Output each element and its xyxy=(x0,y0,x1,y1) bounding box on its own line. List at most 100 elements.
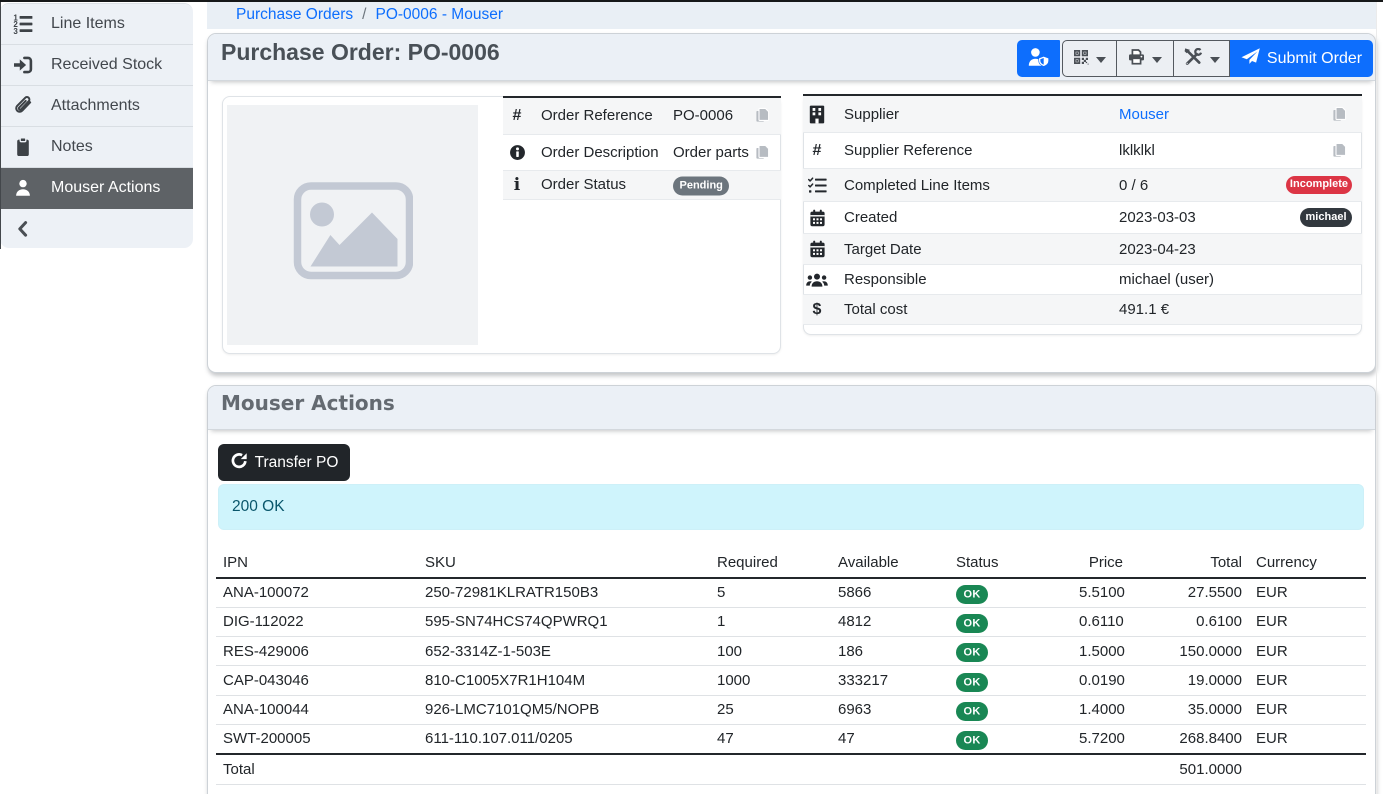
calendar-icon xyxy=(806,240,828,258)
tools-icon xyxy=(1184,48,1203,69)
column-header-price[interactable]: Price xyxy=(1072,548,1130,578)
sidebar-item-label: Notes xyxy=(51,138,93,156)
column-header-status[interactable]: Status xyxy=(949,548,1072,578)
sidebar-item-received-stock[interactable]: Received Stock xyxy=(0,45,193,86)
table-row: ANA-100072 250-72981KLRATR150B3 5 5866 O… xyxy=(216,578,1366,607)
detail-label: Target Date xyxy=(844,241,1119,258)
breadcrumb-link-purchase-orders[interactable]: Purchase Orders xyxy=(236,6,353,24)
detail-label: Order Status xyxy=(541,176,673,193)
clipboard-icon xyxy=(12,137,34,157)
submit-order-label: Submit Order xyxy=(1267,50,1362,68)
status-alert-text: 200 OK xyxy=(232,498,285,516)
sidebar-item-label: Attachments xyxy=(51,97,140,115)
admin-button[interactable] xyxy=(1017,40,1060,77)
mouser-actions-content: Transfer PO 200 OK IPN SKU Required Avai… xyxy=(208,430,1375,785)
detail-label: Responsible xyxy=(844,271,1119,288)
cell-status: OK xyxy=(949,607,1072,636)
detail-label: Total cost xyxy=(844,301,1119,318)
user-icon xyxy=(12,178,34,198)
detail-value: PO-0006 xyxy=(673,107,733,124)
detail-row-created: Created 2023-03-03 michael xyxy=(803,202,1362,234)
line-items-table: IPN SKU Required Available Status Price … xyxy=(216,548,1366,785)
table-row: ANA-100044 926-LMC7101QM5/NOPB 25 6963 O… xyxy=(216,695,1366,724)
users-icon xyxy=(806,272,828,288)
transfer-po-button[interactable]: Transfer PO xyxy=(218,444,350,481)
column-header-total[interactable]: Total xyxy=(1130,548,1249,578)
incomplete-badge: Incomplete xyxy=(1286,176,1352,195)
user-shield-icon xyxy=(1028,48,1050,70)
detail-row-completed-line-items: Completed Line Items 0 / 6 Incomplete xyxy=(803,169,1362,202)
cell-total: 27.5500 xyxy=(1130,578,1249,607)
sidebar-item-line-items[interactable]: 1 2 3 Line Items xyxy=(0,4,193,45)
cell-available: 6963 xyxy=(831,695,949,724)
ok-badge: OK xyxy=(956,731,988,750)
angle-left-icon xyxy=(12,219,34,239)
column-header-sku[interactable]: SKU xyxy=(418,548,710,578)
order-status-badge: Pending xyxy=(673,177,729,196)
cell-sku: 611-110.107.011/0205 xyxy=(418,724,710,753)
cell-available: 47 xyxy=(831,724,949,753)
svg-text:3: 3 xyxy=(13,27,18,34)
column-header-required[interactable]: Required xyxy=(710,548,831,578)
cell-ipn: ANA-100044 xyxy=(216,695,418,724)
table-row: RES-429006 652-3314Z-1-503E 100 186 OK 1… xyxy=(216,637,1366,666)
print-actions-button[interactable] xyxy=(1117,40,1174,77)
cell-total: 150.0000 xyxy=(1130,637,1249,666)
order-actions-button[interactable] xyxy=(1174,40,1230,77)
barcode-actions-button[interactable] xyxy=(1062,40,1117,77)
sidebar: 1 2 3 Line Items Received Stock xyxy=(0,3,193,248)
rotate-icon xyxy=(230,451,248,474)
column-header-ipn[interactable]: IPN xyxy=(216,548,418,578)
scrollbar-track[interactable] xyxy=(1376,0,1377,794)
sidebar-item-mouser-actions[interactable]: Mouser Actions xyxy=(0,168,193,209)
copy-icon[interactable] xyxy=(754,144,771,161)
cell-required: 100 xyxy=(710,637,831,666)
detail-label: Supplier Reference xyxy=(844,142,1119,159)
column-header-currency[interactable]: Currency xyxy=(1249,548,1366,578)
user-badge: michael xyxy=(1300,208,1352,227)
detail-row-supplier-reference: # Supplier Reference lklklkl xyxy=(803,133,1362,169)
breadcrumb-separator: / xyxy=(362,6,366,24)
cell-total: 268.8400 xyxy=(1130,724,1249,753)
cell-price: 5.7200 xyxy=(1072,724,1130,753)
supplier-link[interactable]: Mouser xyxy=(1119,106,1169,123)
detail-label: Order Reference xyxy=(541,107,673,124)
copy-icon[interactable] xyxy=(1331,106,1348,123)
detail-value: 0 / 6 xyxy=(1119,177,1148,194)
page-title: Purchase Order: PO-0006 xyxy=(221,41,500,64)
sign-in-icon xyxy=(12,55,34,75)
detail-label: Order Description xyxy=(541,144,673,161)
sidebar-collapse-button[interactable] xyxy=(0,209,193,248)
cell-price: 1.4000 xyxy=(1072,695,1130,724)
detail-value: 491.1 € xyxy=(1119,301,1169,318)
copy-icon[interactable] xyxy=(754,107,771,124)
table-row: DIG-112022 595-SN74HCS74QPWRQ1 1 4812 OK… xyxy=(216,607,1366,636)
sidebar-item-notes[interactable]: Notes xyxy=(0,127,193,168)
submit-order-button[interactable]: Submit Order xyxy=(1230,40,1373,77)
detail-row-order-status: i Order Status Pending xyxy=(503,171,781,201)
cell-total: 19.0000 xyxy=(1130,666,1249,695)
caret-down-icon xyxy=(1210,50,1220,67)
cell-required: 5 xyxy=(710,578,831,607)
detail-value: 2023-03-03 xyxy=(1119,209,1196,226)
sidebar-item-label: Line Items xyxy=(51,15,125,33)
detail-row-order-description: Order Description Order parts xyxy=(503,135,781,171)
cell-currency: EUR xyxy=(1249,607,1366,636)
breadcrumb-link-current[interactable]: PO-0006 - Mouser xyxy=(375,6,503,24)
cell-required: 47 xyxy=(710,724,831,753)
column-header-available[interactable]: Available xyxy=(831,548,949,578)
cell-price: 0.6110 xyxy=(1072,607,1130,636)
caret-down-icon xyxy=(1096,50,1106,67)
cell-available: 4812 xyxy=(831,607,949,636)
table-row: SWT-200005 611-110.107.011/0205 47 47 OK… xyxy=(216,724,1366,753)
cell-sku: 926-LMC7101QM5/NOPB xyxy=(418,695,710,724)
sidebar-item-attachments[interactable]: Attachments xyxy=(0,86,193,127)
detail-value: lklklkl xyxy=(1119,142,1155,159)
cell-price: 5.5100 xyxy=(1072,578,1130,607)
cell-ipn: SWT-200005 xyxy=(216,724,418,753)
calendar-icon xyxy=(806,209,828,227)
cell-currency: EUR xyxy=(1249,637,1366,666)
info-circle-icon xyxy=(506,144,528,161)
cell-available: 5866 xyxy=(831,578,949,607)
copy-icon[interactable] xyxy=(1331,142,1348,159)
